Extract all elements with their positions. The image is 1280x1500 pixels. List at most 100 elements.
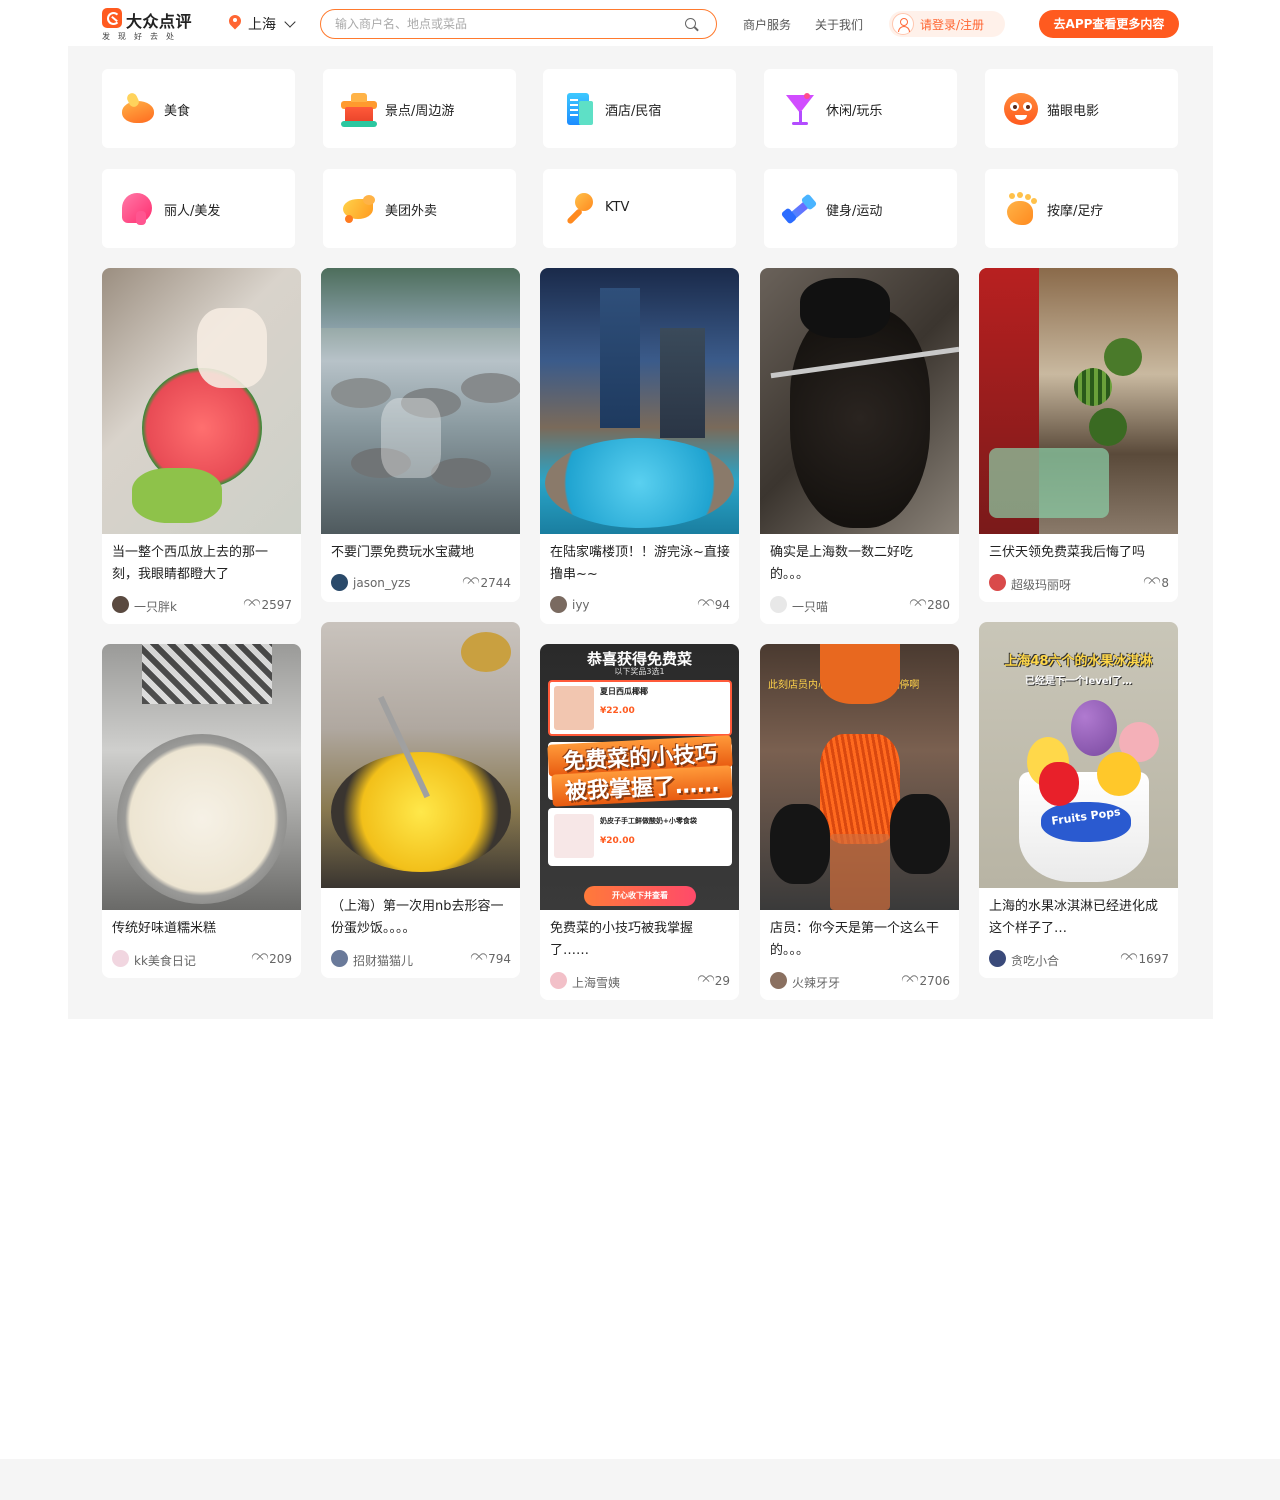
- post-meta: 超级玛丽呀 8: [989, 574, 1169, 592]
- overlay-item-1: 夏日西瓜椰椰: [600, 687, 648, 696]
- search-icon[interactable]: [685, 18, 696, 29]
- feed-card[interactable]: 三伏天领免费菜我后悔了吗 超级玛丽呀 8: [979, 268, 1178, 602]
- heart-icon: [699, 975, 712, 987]
- post-meta: iyy 94: [550, 596, 730, 614]
- post-meta: 上海雪姨 29: [550, 972, 730, 990]
- nav-merchant-service[interactable]: 商户服务: [743, 16, 791, 33]
- author-name: 一只胖k: [134, 600, 177, 614]
- post-meta: 火辣牙牙 2706: [770, 972, 950, 990]
- like-count: 94: [714, 598, 730, 612]
- feed-card[interactable]: 此刻店员内心os：怎么还不喊停啊 店员：你今天是第一个这么干的。。。 火辣牙牙 …: [760, 644, 959, 1000]
- heart-icon: [472, 953, 485, 965]
- feed-card[interactable]: 恭喜获得免费菜 以下奖品3选1 夏日西瓜椰椰 ¥22.00 免费菜的小技巧 被我…: [540, 644, 739, 1000]
- likes[interactable]: 8: [1145, 576, 1169, 590]
- post-meta: jason_yzs 2744: [331, 574, 511, 592]
- category-label: 美团外卖: [385, 204, 438, 219]
- category-massage[interactable]: 按摩/足疗: [985, 169, 1178, 248]
- heart-icon: [1145, 577, 1158, 589]
- like-count: 2744: [480, 576, 511, 590]
- kangaroo-delivery-icon: [341, 191, 377, 227]
- category-beauty[interactable]: 丽人/美发: [102, 169, 295, 248]
- avatar: [989, 574, 1006, 591]
- author-name: 上海雪姨: [572, 976, 621, 990]
- login-button[interactable]: 请登录/注册: [889, 11, 1005, 37]
- author-name: 超级玛丽呀: [1011, 578, 1072, 592]
- post-meta: kk美食日记 209: [112, 950, 292, 968]
- likes[interactable]: 2744: [464, 576, 511, 590]
- avatar: [550, 596, 567, 613]
- category-ktv[interactable]: KTV: [543, 169, 736, 248]
- category-food[interactable]: 美食: [102, 69, 295, 148]
- likes[interactable]: 1697: [1122, 952, 1169, 966]
- author-name: 贪吃小合: [1011, 954, 1060, 968]
- post-title: 当一整个西瓜放上去的那一刻，我眼睛都瞪大了: [112, 545, 269, 582]
- microphone-icon: [561, 191, 597, 227]
- heart-icon: [464, 577, 477, 589]
- feed-card[interactable]: （上海）第一次用nb去形容一份蛋炒饭。。。。 招财猫猫儿 794: [321, 622, 520, 978]
- hotel-building-icon: [561, 91, 597, 127]
- heart-icon: [253, 953, 266, 965]
- page-footer: [0, 1459, 1280, 1500]
- feed-card[interactable]: 传统好味道糯米糕 kk美食日记 209: [102, 644, 301, 978]
- likes[interactable]: 794: [472, 952, 511, 966]
- category-label: 按摩/足疗: [1047, 204, 1104, 219]
- avatar: [770, 972, 787, 989]
- category-scenic[interactable]: 景点/周边游: [323, 69, 516, 148]
- heart-icon: [903, 975, 916, 987]
- post-image-free-dish: 恭喜获得免费菜 以下奖品3选1 夏日西瓜椰椰 ¥22.00 免费菜的小技巧 被我…: [540, 644, 739, 910]
- likes[interactable]: 94: [699, 598, 730, 612]
- avatar: [331, 950, 348, 967]
- category-leisure[interactable]: 休闲/玩乐: [764, 69, 957, 148]
- dianping-logo-icon: [102, 8, 122, 28]
- heart-icon: [1122, 953, 1135, 965]
- category-hotel[interactable]: 酒店/民宿: [543, 69, 736, 148]
- category-waimai[interactable]: 美团外卖: [323, 169, 516, 248]
- overlay-item-1-price: ¥22.00: [600, 706, 635, 716]
- search-box: [320, 9, 717, 39]
- main-content: 美食 景点/周边游 酒店/民宿 休闲/玩乐 猫眼电影 丽人/美发 美团外卖 KT…: [68, 46, 1213, 1019]
- post-title: 三伏天领免费菜我后悔了吗: [989, 545, 1146, 560]
- post-meta: 贪吃小合 1697: [989, 950, 1169, 968]
- chevron-down-icon: [284, 15, 296, 28]
- city-name: 上海: [248, 17, 276, 33]
- post-title: 上海的水果冰淇淋已经进化成这个样子了…: [989, 899, 1159, 936]
- feed-card[interactable]: 确实是上海数一数二好吃的。。。 一只喵 280: [760, 268, 959, 624]
- likes[interactable]: 2706: [903, 974, 950, 988]
- cocktail-icon: [782, 91, 818, 127]
- post-meta: 一只胖k 2597: [112, 596, 292, 614]
- logo-slogan: 发现好去处: [102, 32, 182, 41]
- post-image-black-rice-cake: [760, 268, 959, 534]
- post-image-watermelons: [979, 268, 1178, 534]
- nav-about-us[interactable]: 关于我们: [815, 16, 863, 33]
- dianping-logo[interactable]: 大众点评 发现好去处: [102, 8, 198, 42]
- search-input[interactable]: [335, 15, 665, 33]
- author-name: 招财猫猫儿: [353, 954, 414, 968]
- likes[interactable]: 280: [911, 598, 950, 612]
- feed-card[interactable]: 当一整个西瓜放上去的那一刻，我眼睛都瞪大了 一只胖k 2597: [102, 268, 301, 624]
- feed-card[interactable]: 上海48六个的水果冰淇淋 已经是下一个level了… Fruits Pops 上…: [979, 622, 1178, 978]
- post-title: （上海）第一次用nb去形容一份蛋炒饭。。。。: [331, 899, 504, 936]
- post-image-rooftop-pool: [540, 268, 739, 534]
- likes[interactable]: 29: [699, 974, 730, 988]
- avatar: [550, 972, 567, 989]
- like-count: 209: [269, 952, 292, 966]
- feed-card[interactable]: 在陆家嘴楼顶！！游完泳~直接撸串~~ iyy 94: [540, 268, 739, 624]
- feed-card[interactable]: 不要门票免费玩水宝藏地 jason_yzs 2744: [321, 268, 520, 602]
- location-pin-icon: [228, 15, 242, 33]
- likes[interactable]: 209: [253, 952, 292, 966]
- post-image-egg-fried-rice: [321, 622, 520, 888]
- city-selector[interactable]: 上海: [228, 13, 296, 35]
- dumbbell-icon: [780, 191, 818, 227]
- likes[interactable]: 2597: [245, 598, 292, 612]
- post-image-watermelon: [102, 268, 301, 534]
- category-label: 景点/周边游: [385, 104, 455, 119]
- open-app-button[interactable]: 去APP查看更多内容: [1039, 10, 1179, 38]
- avatar: [112, 950, 129, 967]
- cat-eye-movie-icon: [1003, 91, 1039, 127]
- category-fitness[interactable]: 健身/运动: [764, 169, 957, 248]
- post-title: 确实是上海数一数二好吃的。。。: [770, 545, 914, 582]
- overlay-item-2: 奶皮子手工鲜做酸奶+小零食袋: [600, 817, 697, 825]
- post-meta: 一只喵 280: [770, 596, 950, 614]
- overlay-title: 上海48六个的水果冰淇淋: [1004, 654, 1153, 669]
- category-movie[interactable]: 猫眼电影: [985, 69, 1178, 148]
